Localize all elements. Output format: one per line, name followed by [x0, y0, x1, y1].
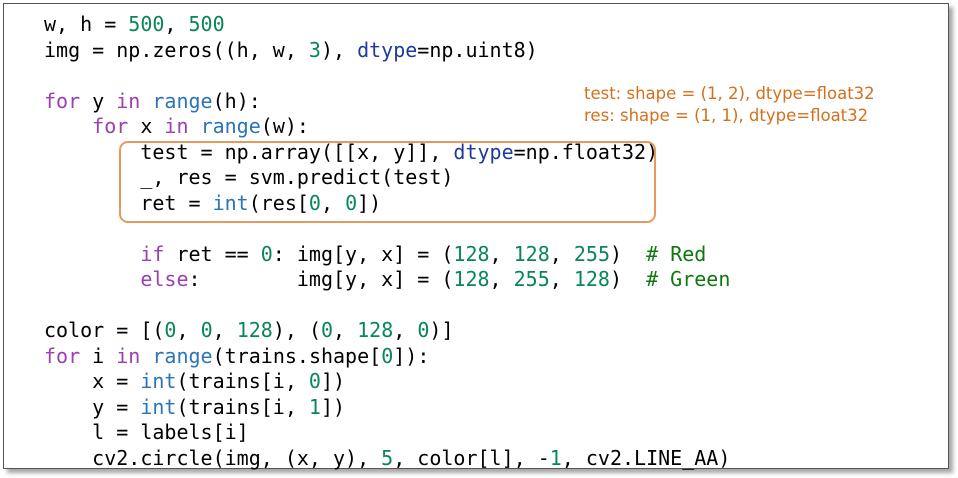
code-line: img = np.zeros((h, w, 3), dtype=np.uint8…	[44, 37, 538, 62]
code-line: color = [(0, 0, 128), (0, 128, 0)]	[44, 318, 454, 342]
code-line: else: img[y, x] = (128, 255, 128) # Gree…	[140, 267, 731, 291]
annotation-line-res: res: shape = (1, 1), dtype=float32	[584, 106, 869, 125]
code-line: cv2.circle(img, (x, y), 5, color[l], -1,…	[44, 445, 731, 470]
highlight-box	[119, 141, 656, 223]
code-line: x = int(trains[i, 0])	[44, 369, 346, 393]
annotation-line-test: test: shape = (1, 2), dtype=float32	[584, 84, 875, 103]
code-line: for i in range(trains.shape[0]):	[44, 343, 430, 368]
code-line: if ret == 0: img[y, x] = (128, 128, 255)…	[140, 241, 707, 266]
code-line: w, h = 500, 500	[44, 12, 225, 36]
code-line: l = labels[i]	[44, 420, 249, 444]
code-line: y = int(trains[i, 1])	[44, 394, 346, 419]
shape-annotation: test: shape = (1, 2), dtype=float32 res: …	[584, 83, 875, 127]
code-block: w, h = 500, 500 img = np.zeros((h, w, 3),…	[44, 12, 730, 471]
code-panel: w, h = 500, 500 img = np.zeros((h, w, 3),…	[3, 3, 949, 471]
